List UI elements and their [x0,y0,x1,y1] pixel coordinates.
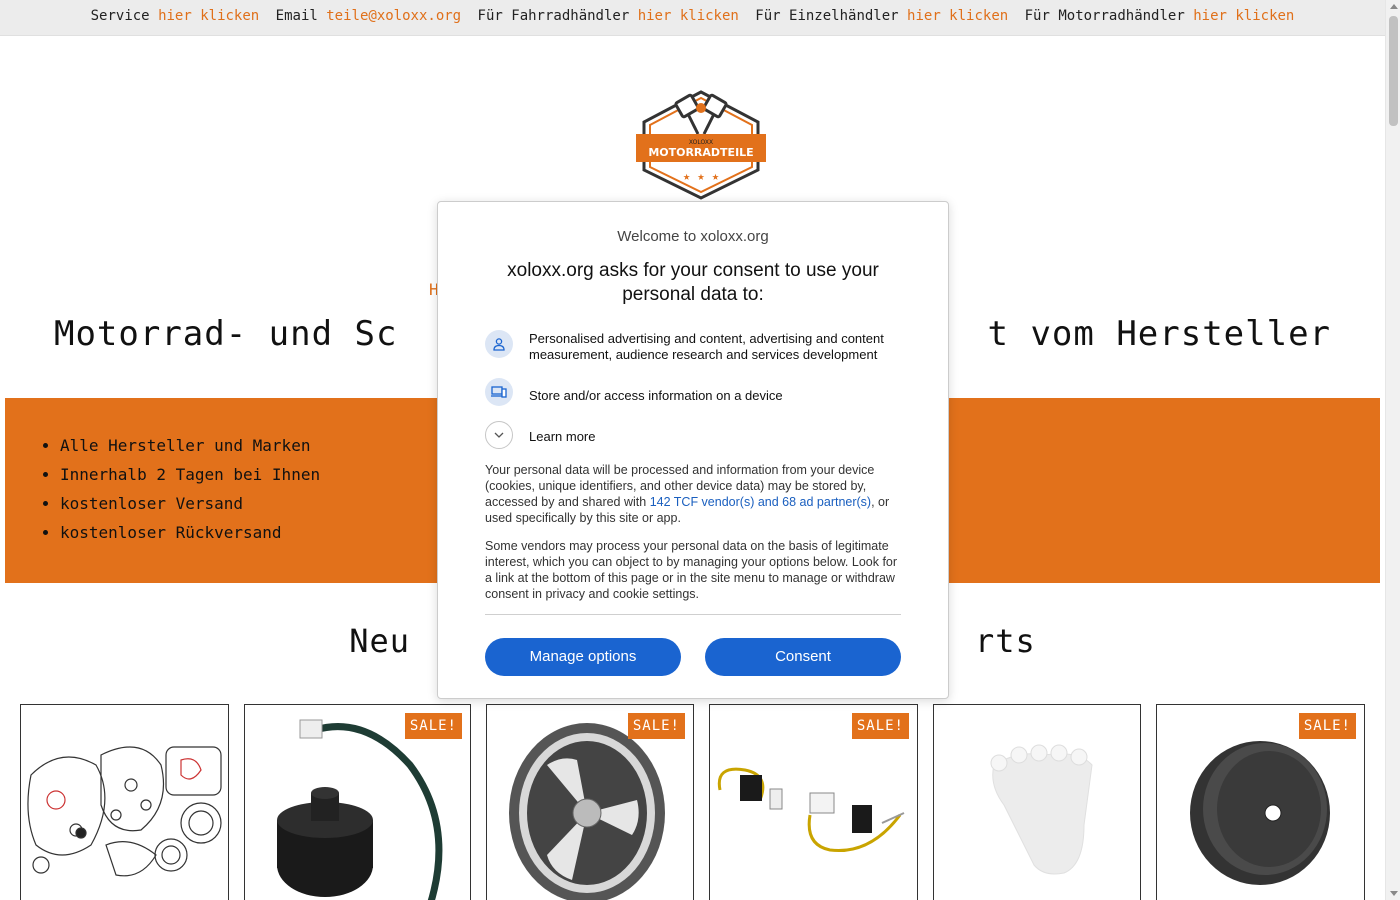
purpose-text: Personalised advertising and content, ad… [529,331,884,362]
scroll-up-icon[interactable] [1390,4,1398,9]
product-card-brake-disc[interactable]: SALE! [1156,704,1365,900]
topbar-moto-dealers: Für Motorradhändler hier klicken [1024,8,1295,24]
consent-body-2: Some vendors may process your personal d… [485,539,898,601]
purpose-personalised-ads: Personalised advertising and content, ad… [485,330,902,363]
topbar-retailers: Für Einzelhändler hier klicken [755,8,1009,24]
benefits-list: Alle Hersteller und Marken Innerhalb 2 T… [60,436,320,552]
topbar-service: Service hier klicken [90,8,260,24]
top-bar: Service hier klicken Email teile@xoloxx.… [0,0,1385,36]
product-card-cable-connector[interactable]: SALE! [709,704,918,900]
retailers-link[interactable]: hier klicken [907,8,1008,24]
top-bar-links: Service hier klicken Email teile@xoloxx.… [0,8,1385,24]
manage-options-button[interactable]: Manage options [485,638,681,676]
benefit-item: Alle Hersteller und Marken [60,436,320,465]
purpose-store-access: Store and/or access information on a dev… [485,378,902,406]
vendors-link[interactable]: 142 TCF vendor(s) and 68 ad partner(s) [650,495,871,509]
logo-main-text: MOTORRADTEILE [648,146,753,159]
learn-more-toggle[interactable]: Learn more [485,421,902,449]
scroll-thumb[interactable] [1389,16,1398,126]
sale-badge: SALE! [404,713,462,739]
person-icon [485,330,513,358]
consent-dialog: Welcome to xoloxx.org xoloxx.org asks fo… [437,201,949,699]
sale-badge: SALE! [851,713,909,739]
sale-badge: SALE! [627,713,685,739]
consent-body-1: Your personal data will be processed and… [485,463,890,525]
gasket-set-image [27,746,222,877]
email-link[interactable]: teile@xoloxx.org [326,8,461,24]
learn-more-label[interactable]: Learn more [529,429,595,445]
topbar-email: Email teile@xoloxx.org [275,8,462,24]
benefit-item: kostenloser Rückversand [60,523,320,552]
logo-small-text: XOLOXX [689,139,713,146]
scroll-down-icon[interactable] [1390,891,1398,896]
devices-icon [485,378,513,406]
consent-welcome: Welcome to xoloxx.org [617,228,769,245]
site-logo[interactable]: XOLOXX MOTORRADTEILE ★ ★ ★ [636,88,766,200]
consent-button[interactable]: Consent [705,638,901,676]
purpose-text: Store and/or access information on a dev… [529,388,783,403]
product-card-gasket-set[interactable] [20,704,229,900]
benefit-item: Innerhalb 2 Tagen bei Ihnen [60,465,320,494]
moto-dealers-link[interactable]: hier klicken [1193,8,1294,24]
consent-divider [485,614,901,615]
product-card-chrome-wheel[interactable]: SALE! [486,704,694,900]
svg-text:★ ★ ★: ★ ★ ★ [683,169,719,183]
product-card-ignition-switch[interactable]: SALE! [244,704,471,900]
benefit-item: kostenloser Versand [60,494,320,523]
bike-dealers-link[interactable]: hier klicken [638,8,739,24]
sale-badge: SALE! [1298,713,1356,739]
page-scrollbar[interactable] [1385,0,1400,900]
topbar-bike-dealers: Für Fahrradhändler hier klicken [477,8,739,24]
consent-heading: xoloxx.org asks for your consent to use … [507,260,879,305]
service-link[interactable]: hier klicken [158,8,259,24]
chevron-down-icon[interactable] [485,421,513,449]
product-card-white-part[interactable] [933,704,1141,900]
white-part-image [990,744,1093,875]
